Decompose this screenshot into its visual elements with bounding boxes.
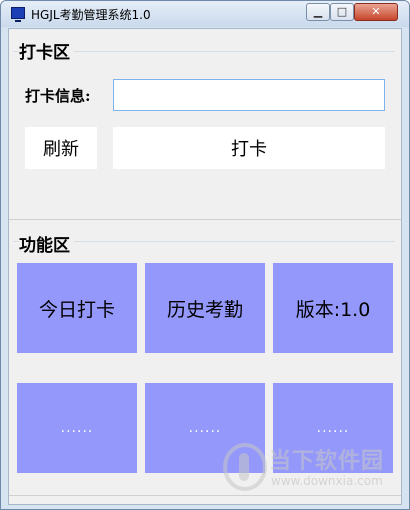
section-divider (9, 219, 401, 220)
app-window: HGJL考勤管理系统1.0 ▁ □ ✕ 打卡区 打卡信息: 刷新 打卡 功能区 … (0, 0, 410, 510)
monitor-icon (11, 7, 25, 22)
tile-version[interactable]: 版本:1.0 (273, 263, 393, 353)
watermark-text: 当下软件园 (269, 449, 385, 474)
client-area: 打卡区 打卡信息: 刷新 打卡 功能区 今日打卡 历史考勤 版本:1.0 ...… (8, 28, 402, 505)
tile-placeholder-1[interactable]: ...... (17, 383, 137, 473)
close-button[interactable]: ✕ (354, 3, 398, 21)
watermark-logo-icon (223, 443, 267, 491)
maximize-button[interactable]: □ (330, 3, 354, 21)
tile-history-attendance[interactable]: 历史考勤 (145, 263, 265, 353)
watermark: 当下软件园 www.downxia.com (223, 441, 403, 499)
punch-button[interactable]: 打卡 (113, 127, 385, 169)
function-group-title: 功能区 (19, 231, 74, 256)
punch-info-input[interactable] (113, 79, 385, 111)
window-title: HGJL考勤管理系统1.0 (31, 8, 151, 22)
watermark-url: www.downxia.com (271, 474, 383, 488)
punch-group-title: 打卡区 (19, 38, 74, 63)
minimize-button[interactable]: ▁ (306, 3, 330, 21)
tile-today-punch[interactable]: 今日打卡 (17, 263, 137, 353)
refresh-button[interactable]: 刷新 (25, 127, 97, 169)
title-bar[interactable]: HGJL考勤管理系统1.0 ▁ □ ✕ (1, 1, 409, 27)
punch-info-label: 打卡信息: (25, 87, 91, 105)
